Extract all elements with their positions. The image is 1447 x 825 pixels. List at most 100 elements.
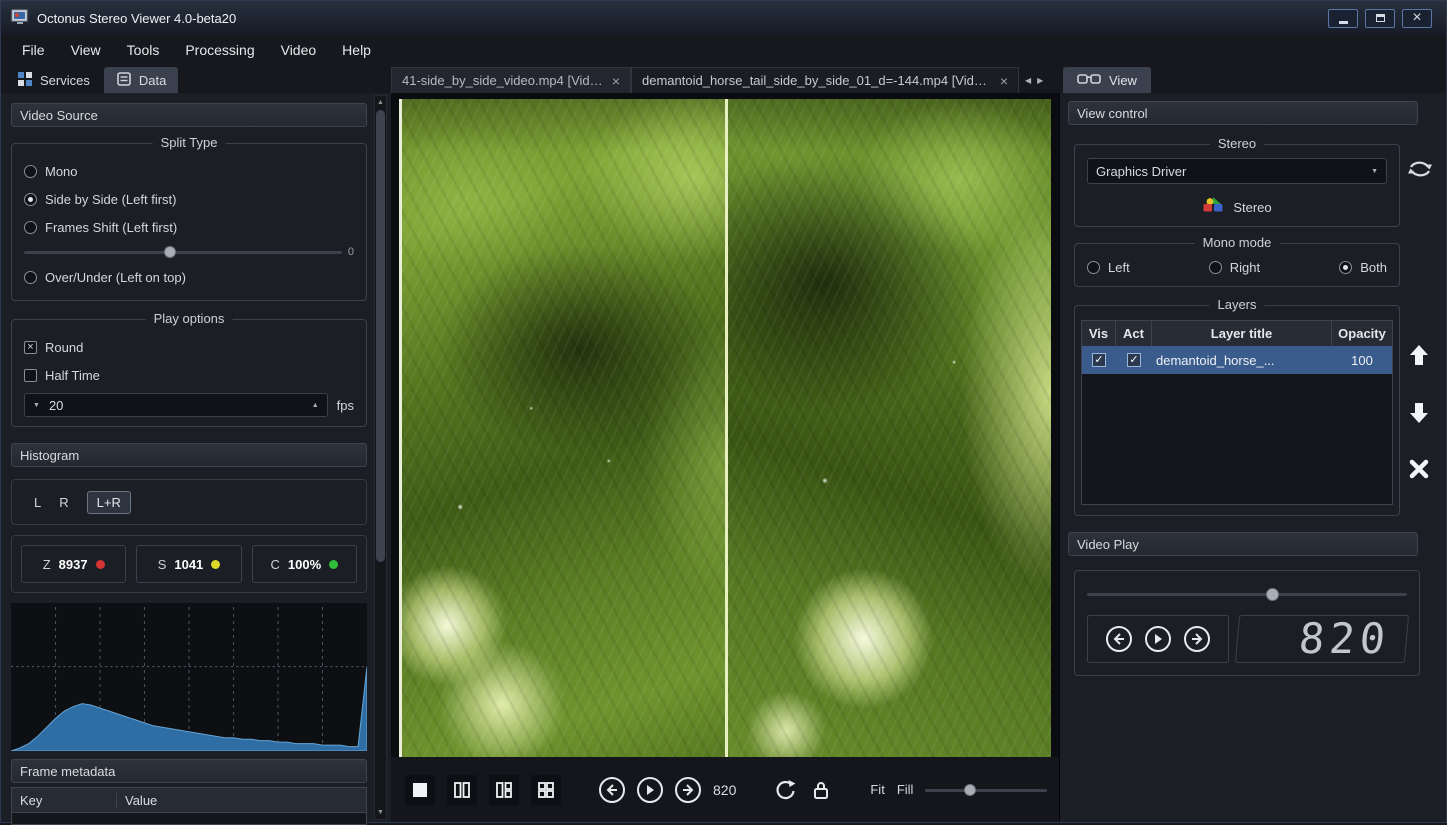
- radio-selected-icon: [1339, 261, 1352, 274]
- layout-single-icon: [409, 779, 431, 801]
- layer-row-selected[interactable]: ✓ ✓ demantoid_horse_... 100: [1082, 346, 1392, 374]
- left-panel-scrollbar[interactable]: ▲ ▼: [374, 95, 387, 820]
- split-type-group: Split Type Mono Side by Side (Left first…: [11, 143, 367, 301]
- next-frame-button[interactable]: [1184, 626, 1210, 652]
- tab-label: demantoid_horse_tail_side_by_side_01_d=-…: [642, 73, 991, 88]
- radio-mono-both[interactable]: Both: [1339, 256, 1387, 278]
- view-control-header[interactable]: View control: [1068, 101, 1418, 125]
- arrow-right-icon: [681, 783, 695, 797]
- previous-frame-button[interactable]: [1106, 626, 1132, 652]
- video-play-header[interactable]: Video Play: [1068, 532, 1418, 556]
- play-options-title: Play options: [146, 311, 233, 326]
- tab-close-icon[interactable]: ×: [1000, 74, 1008, 88]
- layers-col-opacity[interactable]: Opacity: [1332, 321, 1392, 346]
- channel-r-button[interactable]: R: [59, 495, 68, 510]
- swap-stereo-button[interactable]: [1407, 159, 1433, 182]
- fps-combobox[interactable]: ▼ 20 ▲: [24, 393, 328, 417]
- layout-two-pane-button[interactable]: [447, 775, 477, 805]
- scrollbar-thumb[interactable]: [376, 110, 385, 562]
- histogram-stats: Z 8937 S 1041 C 100%: [11, 535, 367, 593]
- menu-file[interactable]: File: [9, 35, 58, 65]
- stereo-label: Stereo: [1233, 200, 1271, 215]
- layers-group: Layers Vis Act Layer title Opacity ✓ ✓ d…: [1074, 305, 1400, 516]
- stat-label: C: [271, 557, 280, 572]
- active-checkbox-checked[interactable]: ✓: [1127, 353, 1141, 367]
- check-icon: ✓: [1094, 355, 1103, 366]
- layout-single-button[interactable]: [405, 775, 435, 805]
- menu-tools[interactable]: Tools: [114, 35, 173, 65]
- video-source-title: Video Source: [20, 108, 98, 123]
- layers-col-vis[interactable]: Vis: [1082, 321, 1116, 346]
- close-button[interactable]: ×: [1402, 9, 1432, 28]
- combo-dropdown-icon[interactable]: ▼: [33, 402, 40, 409]
- driver-value: Graphics Driver: [1096, 164, 1186, 179]
- combo-dropdown-icon[interactable]: ▼: [1371, 168, 1378, 175]
- scroll-up-icon[interactable]: ▲: [375, 96, 386, 109]
- channel-l-button[interactable]: L: [34, 495, 41, 510]
- menu-video[interactable]: Video: [268, 35, 330, 65]
- data-button[interactable]: Data: [104, 67, 178, 93]
- frame-metadata-header[interactable]: Frame metadata: [11, 759, 367, 783]
- metadata-col-value[interactable]: Value: [117, 793, 366, 808]
- delete-x-icon: [1407, 457, 1431, 481]
- half-time-checkbox-row[interactable]: Half Time: [24, 361, 354, 389]
- menu-view[interactable]: View: [58, 35, 114, 65]
- stereo-driver-combobox[interactable]: Graphics Driver ▼: [1087, 158, 1387, 184]
- minimize-icon: [1339, 21, 1348, 24]
- tab-scroll-right-icon[interactable]: ▶: [1037, 76, 1043, 85]
- layer-delete-button[interactable]: [1407, 457, 1431, 484]
- radio-mono-right[interactable]: Right: [1209, 256, 1260, 278]
- slider-handle[interactable]: [964, 784, 976, 796]
- lock-button[interactable]: [810, 779, 832, 801]
- view-panel-tab[interactable]: View: [1063, 67, 1151, 93]
- layout-quad-button[interactable]: [531, 775, 561, 805]
- radio-side-by-side[interactable]: Side by Side (Left first): [24, 185, 354, 213]
- video-source-header[interactable]: Video Source: [11, 103, 367, 127]
- left-panel: Video Source Split Type Mono Side by Sid…: [1, 93, 391, 822]
- tab-close-icon[interactable]: ×: [612, 74, 620, 88]
- services-label: Services: [40, 73, 90, 88]
- previous-frame-button[interactable]: [599, 777, 625, 803]
- scroll-down-icon[interactable]: ▼: [375, 806, 386, 819]
- layers-col-act[interactable]: Act: [1116, 321, 1152, 346]
- checkbox-label: Half Time: [45, 368, 100, 383]
- visibility-checkbox-checked[interactable]: ✓: [1092, 353, 1106, 367]
- radio-label: Left: [1108, 260, 1130, 275]
- maximize-button[interactable]: [1365, 9, 1395, 28]
- tab-video-2[interactable]: demantoid_horse_tail_side_by_side_01_d=-…: [631, 67, 1019, 93]
- radio-mono-left[interactable]: Left: [1087, 256, 1130, 278]
- viewer-toolbar: 820 Fit Fill 75% ▼: [391, 757, 1059, 822]
- frames-shift-slider[interactable]: [24, 245, 342, 259]
- channel-lr-button-active[interactable]: L+R: [87, 491, 131, 514]
- slider-handle[interactable]: [1266, 588, 1279, 601]
- layout-split-button[interactable]: [489, 775, 519, 805]
- layer-move-down-button[interactable]: [1407, 401, 1431, 428]
- stereo-video-display[interactable]: [399, 99, 1051, 757]
- histogram-header[interactable]: Histogram: [11, 443, 367, 467]
- fill-button[interactable]: Fill: [897, 782, 914, 797]
- fit-button[interactable]: Fit: [870, 782, 884, 797]
- tab-scroll-left-icon[interactable]: ◀: [1025, 76, 1031, 85]
- services-button[interactable]: Services: [5, 67, 102, 93]
- minimize-button[interactable]: [1328, 9, 1358, 28]
- play-button[interactable]: [1145, 626, 1171, 652]
- reset-rotation-button[interactable]: [774, 778, 798, 802]
- menu-help[interactable]: Help: [329, 35, 384, 65]
- radio-mono[interactable]: Mono: [24, 157, 354, 185]
- radio-icon: [24, 165, 37, 178]
- menu-processing[interactable]: Processing: [172, 35, 267, 65]
- play-button[interactable]: [637, 777, 663, 803]
- layers-col-title[interactable]: Layer title: [1152, 321, 1332, 346]
- playback-position-slider[interactable]: [1087, 587, 1407, 601]
- zoom-slider[interactable]: [925, 783, 1047, 797]
- next-frame-button[interactable]: [675, 777, 701, 803]
- radio-frames-shift[interactable]: Frames Shift (Left first): [24, 213, 354, 241]
- radio-over-under[interactable]: Over/Under (Left on top): [24, 263, 354, 291]
- metadata-col-key[interactable]: Key: [12, 793, 117, 808]
- layer-move-up-button[interactable]: [1407, 343, 1431, 370]
- slider-handle[interactable]: [164, 246, 176, 258]
- combo-spin-up-icon[interactable]: ▲: [312, 402, 319, 409]
- round-checkbox-row[interactable]: × Round: [24, 333, 354, 361]
- arrow-right-icon: [1190, 632, 1204, 646]
- tab-video-1[interactable]: 41-side_by_side_video.mp4 [Video] ×: [391, 67, 631, 93]
